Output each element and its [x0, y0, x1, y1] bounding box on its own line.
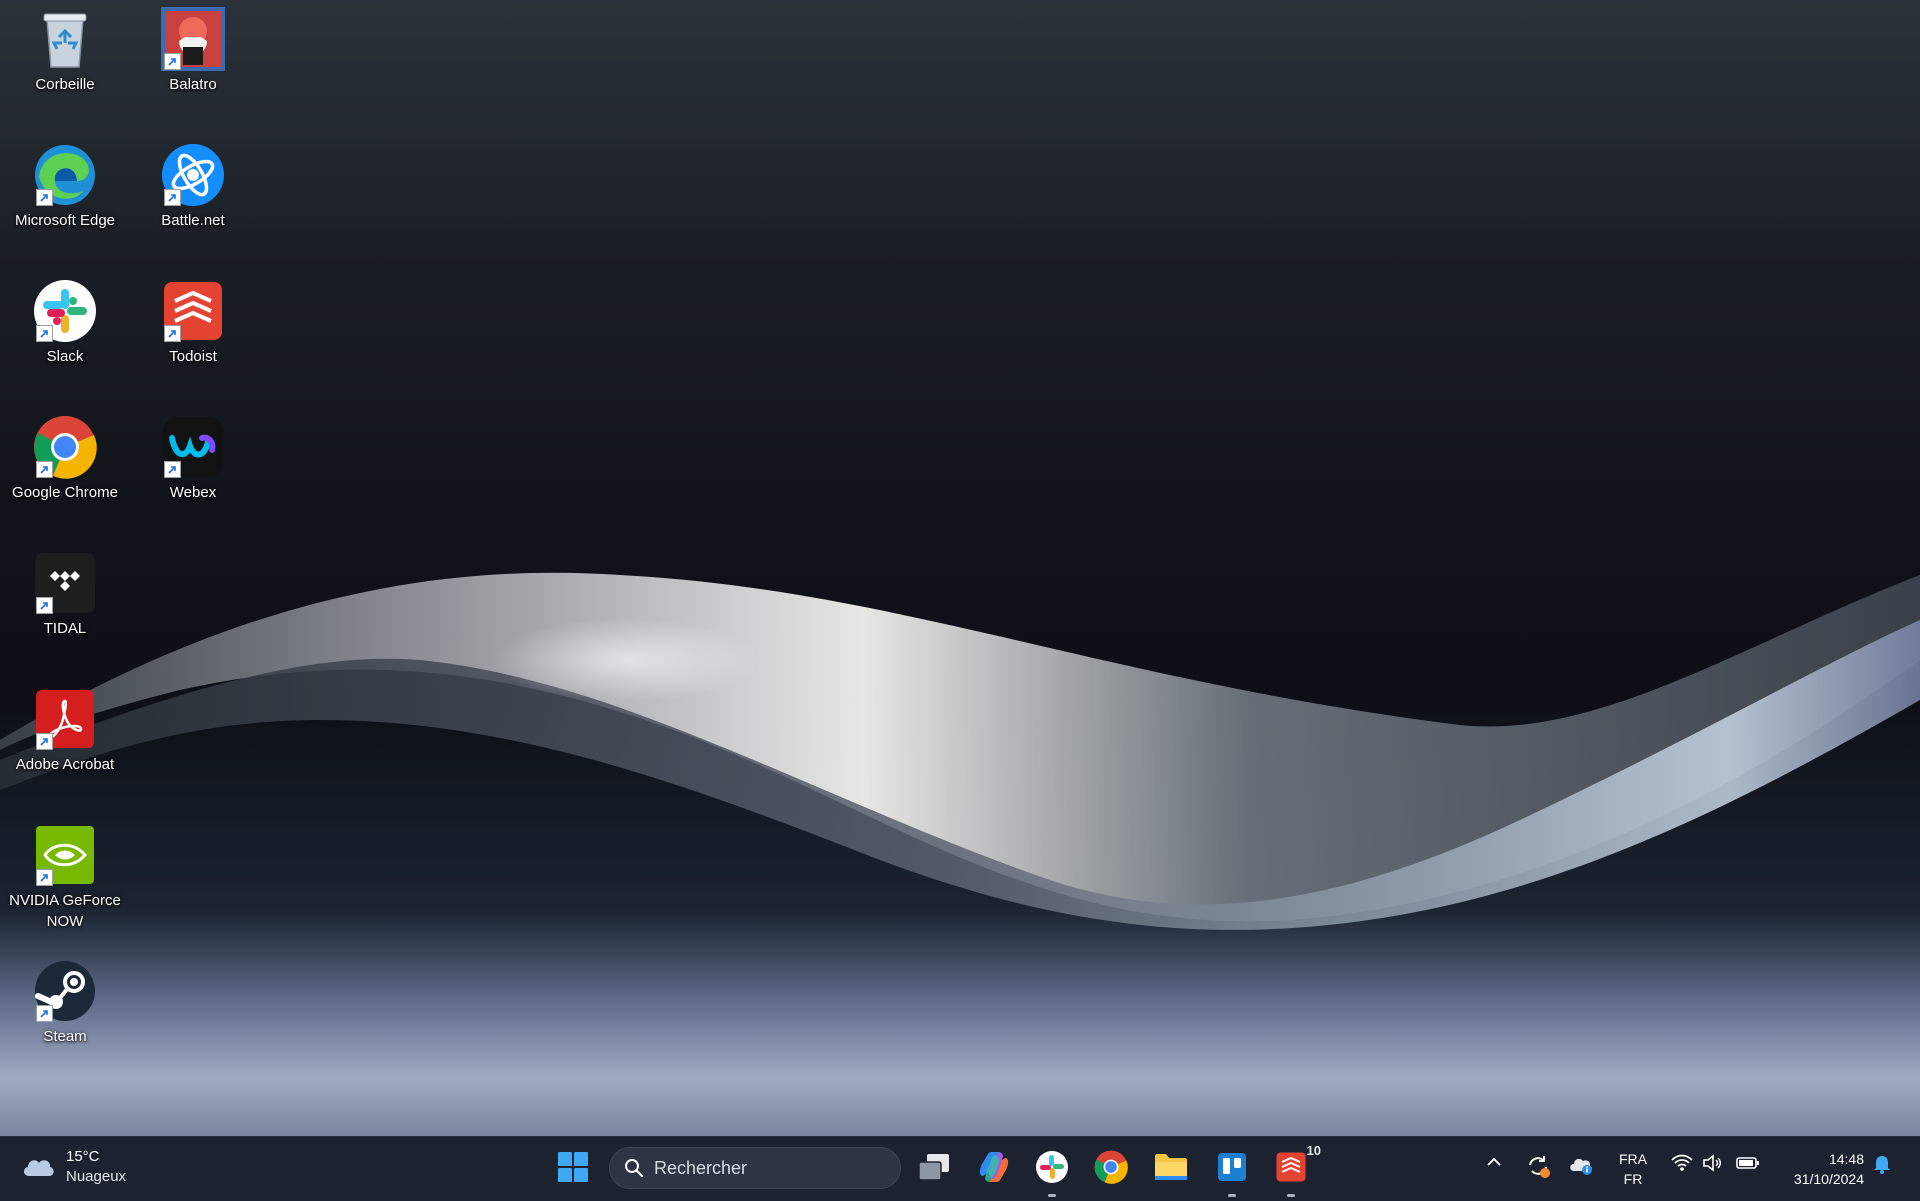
desktop-icon-label: TIDAL — [43, 620, 87, 637]
shortcut-arrow-icon — [164, 325, 181, 342]
taskbar-app-copilot[interactable] — [974, 1149, 1014, 1189]
desktop: Corbeille Balatro Microsoft Edge Battle.… — [0, 0, 1920, 1136]
speaker-icon — [1702, 1153, 1724, 1178]
desktop-icon-label: Corbeille — [35, 76, 95, 93]
trello-icon — [1217, 1152, 1247, 1187]
bell-icon — [1872, 1153, 1892, 1180]
weather-widget[interactable]: 15°C Nuageux — [20, 1147, 126, 1187]
edge-icon — [32, 142, 98, 208]
input-language-indicator[interactable]: FRA FR — [1616, 1149, 1650, 1189]
desktop-icon-label: Adobe Acrobat — [15, 756, 115, 773]
taskbar: 15°C Nuageux Rechercher 10 FRA FR 14:48 … — [0, 1136, 1920, 1201]
desktop-icon-adobe-acrobat[interactable]: Adobe Acrobat — [1, 686, 129, 775]
shortcut-arrow-icon — [36, 1005, 53, 1022]
desktop-icon-label: Google Chrome — [12, 484, 118, 501]
running-indicator — [1048, 1194, 1056, 1197]
shortcut-arrow-icon — [36, 189, 53, 206]
desktop-icon-battlenet[interactable]: Battle.net — [129, 142, 257, 231]
geforce-now-icon — [32, 822, 98, 888]
shortcut-arrow-icon — [36, 869, 53, 886]
shortcut-arrow-icon — [164, 189, 181, 206]
shortcut-arrow-icon — [36, 597, 53, 614]
desktop-icon-balatro[interactable]: Balatro — [129, 6, 257, 95]
desktop-icon-label: Todoist — [169, 348, 217, 365]
shortcut-arrow-icon — [164, 53, 181, 70]
taskbar-app-task-view[interactable] — [914, 1149, 954, 1189]
desktop-icon-recycle-bin[interactable]: Corbeille — [1, 6, 129, 95]
desktop-icon-slack[interactable]: Slack — [1, 278, 129, 367]
weather-temperature: 15°C — [66, 1148, 100, 1165]
tray-battery[interactable] — [1735, 1153, 1761, 1178]
acrobat-icon — [32, 686, 98, 752]
desktop-icon-label: Battle.net — [161, 212, 225, 229]
taskbar-app-todoist[interactable]: 10 — [1271, 1143, 1321, 1197]
running-indicator — [1287, 1194, 1295, 1197]
desktop-icon-label: Webex — [169, 484, 217, 501]
wifi-icon — [1670, 1153, 1694, 1178]
taskbar-app-trello[interactable] — [1212, 1149, 1252, 1197]
desktop-icon-label: NVIDIA GeForce NOW — [9, 892, 121, 930]
desktop-icon-todoist[interactable]: Todoist — [129, 278, 257, 367]
desktop-icon-nvidia-geforce-now[interactable]: NVIDIA GeForce NOW — [1, 822, 129, 932]
slack-icon — [32, 278, 98, 344]
shortcut-arrow-icon — [36, 325, 53, 342]
desktop-icon-microsoft-edge[interactable]: Microsoft Edge — [1, 142, 129, 231]
shortcut-arrow-icon — [164, 461, 181, 478]
search-placeholder: Rechercher — [654, 1157, 748, 1178]
tray-network[interactable] — [1670, 1153, 1694, 1178]
chevron-up-icon — [1485, 1153, 1503, 1176]
tray-volume[interactable] — [1702, 1153, 1724, 1178]
todoist-icon — [1276, 1152, 1306, 1187]
recycle-bin-icon — [32, 6, 98, 72]
desktop-icon-steam[interactable]: Steam — [1, 958, 129, 1047]
desktop-icon-google-chrome[interactable]: Google Chrome — [1, 414, 129, 503]
task-view-icon — [917, 1152, 951, 1187]
taskbar-app-slack[interactable] — [1032, 1149, 1072, 1197]
shortcut-arrow-icon — [36, 733, 53, 750]
cloud-info-icon — [1568, 1153, 1594, 1182]
desktop-icon-webex[interactable]: Webex — [129, 414, 257, 503]
taskbar-app-chrome[interactable] — [1091, 1149, 1131, 1189]
todoist-icon — [160, 278, 226, 344]
webex-icon — [160, 414, 226, 480]
start-button[interactable] — [554, 1150, 592, 1188]
folder-icon — [1153, 1152, 1189, 1187]
desktop-icon-label: Slack — [46, 348, 84, 365]
desktop-icon-label: Balatro — [169, 76, 217, 93]
windows-logo-icon — [557, 1151, 589, 1188]
taskbar-search-box[interactable]: Rechercher — [609, 1147, 901, 1189]
weather-condition: Nuageux — [66, 1168, 127, 1185]
search-icon — [624, 1158, 644, 1178]
steam-icon — [32, 958, 98, 1024]
chrome-icon — [32, 414, 98, 480]
desktop-icon-label: Steam — [43, 1028, 87, 1045]
taskbar-clock[interactable]: 14:48 31/10/2024 — [1772, 1149, 1864, 1189]
chrome-icon — [1094, 1150, 1128, 1189]
battery-icon — [1735, 1153, 1761, 1178]
tray-sync-status[interactable] — [1525, 1153, 1551, 1184]
battlenet-icon — [160, 142, 226, 208]
balatro-icon — [160, 6, 226, 72]
notification-badge: 10 — [1306, 1143, 1321, 1158]
show-hidden-icons-button[interactable] — [1485, 1153, 1503, 1176]
sync-icon — [1525, 1153, 1551, 1184]
language-code: FRA — [1619, 1151, 1647, 1167]
shortcut-arrow-icon — [36, 461, 53, 478]
clock-date: 31/10/2024 — [1793, 1171, 1864, 1187]
wallpaper — [0, 572, 1920, 1136]
copilot-icon — [977, 1150, 1011, 1189]
desktop-icon-tidal[interactable]: TIDAL — [1, 550, 129, 639]
desktop-icon-label: Microsoft Edge — [14, 212, 116, 229]
cloud-icon — [20, 1152, 56, 1183]
tidal-icon — [32, 550, 98, 616]
clock-time: 14:48 — [1828, 1151, 1864, 1167]
keyboard-layout-code: FR — [1623, 1171, 1643, 1187]
taskbar-app-file-explorer[interactable] — [1151, 1149, 1191, 1189]
tray-onedrive[interactable] — [1568, 1153, 1594, 1182]
slack-icon — [1035, 1150, 1069, 1189]
running-indicator — [1228, 1194, 1236, 1197]
notifications-button[interactable] — [1872, 1153, 1892, 1180]
